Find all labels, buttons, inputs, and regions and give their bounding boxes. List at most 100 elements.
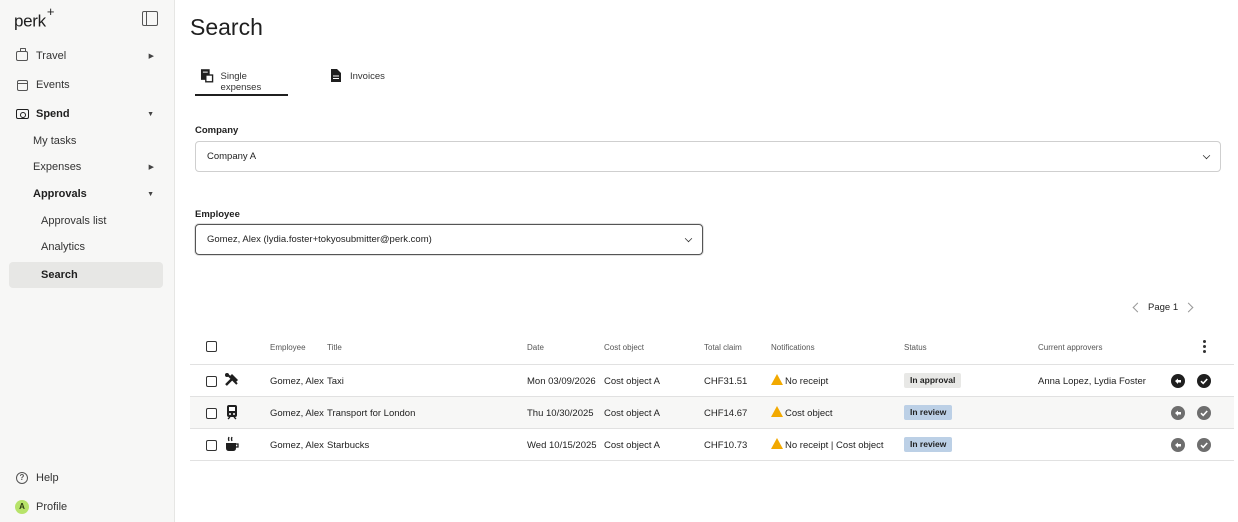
chevron-right-icon[interactable] xyxy=(1184,300,1196,314)
cell-total: CHF14.67 xyxy=(704,408,748,419)
sidebar-item-label: Search xyxy=(41,269,78,281)
send-back-icon[interactable] xyxy=(1171,406,1185,420)
sidebar-item-travel[interactable]: Travel ▶ xyxy=(9,43,163,69)
table-row[interactable]: Gomez, Alex Taxi Mon 03/09/2026 Cost obj… xyxy=(190,365,1234,397)
calendar-icon xyxy=(15,78,29,92)
tab-single-expenses[interactable]: Single expenses xyxy=(195,66,288,96)
status-badge: In approval xyxy=(904,373,962,388)
column-header[interactable]: Current approvers xyxy=(1038,343,1102,352)
cell-total: CHF10.73 xyxy=(704,440,748,451)
sidebar-item-approvals-list[interactable]: Approvals list xyxy=(9,208,163,234)
sidebar-item-label: Analytics xyxy=(41,241,86,253)
avatar: A xyxy=(15,500,29,514)
company-value: Company A xyxy=(207,151,257,162)
column-header[interactable]: Notifications xyxy=(771,343,815,352)
sidebar-item-label: Profile xyxy=(36,501,68,513)
perk-logo[interactable]: perk+ xyxy=(14,4,54,32)
more-options-icon[interactable] xyxy=(1203,340,1207,354)
select-all-checkbox[interactable] xyxy=(206,341,217,352)
sidebar-item-my-tasks[interactable]: My tasks xyxy=(9,128,163,154)
cell-date: Mon 03/09/2026 xyxy=(527,376,596,387)
briefcase-icon xyxy=(15,48,29,63)
sidebar-item-spend[interactable]: Spend ▼ xyxy=(9,101,163,127)
tab-label: Invoices xyxy=(350,71,385,82)
cell-notification: No receipt xyxy=(771,373,828,387)
send-back-icon[interactable] xyxy=(1171,374,1185,388)
train-icon xyxy=(227,405,237,420)
column-header[interactable]: Title xyxy=(327,343,342,352)
row-checkbox[interactable] xyxy=(206,440,217,451)
sidebar-item-label: Approvals list xyxy=(41,215,107,227)
table-row[interactable]: Gomez, Alex Transport for London Thu 10/… xyxy=(190,397,1234,429)
tab-invoices[interactable]: Invoices xyxy=(329,66,385,96)
cell-date: Thu 10/30/2025 xyxy=(527,408,594,419)
sidebar-item-label: Events xyxy=(36,79,70,91)
tools-icon xyxy=(225,373,238,386)
cell-notification: Cost object xyxy=(771,405,833,419)
cell-title: Starbucks xyxy=(327,440,370,451)
chevron-down-icon: ▼ xyxy=(147,110,154,118)
warning-icon xyxy=(771,406,783,417)
approve-icon[interactable] xyxy=(1197,438,1211,452)
warning-icon xyxy=(771,438,783,449)
coffee-icon xyxy=(226,436,239,451)
sidebar-item-analytics[interactable]: Analytics xyxy=(9,234,163,260)
chevron-right-icon: ▶ xyxy=(148,164,154,171)
help-icon: ? xyxy=(15,471,29,485)
column-header[interactable]: Employee xyxy=(270,343,306,352)
document-icon xyxy=(331,69,341,82)
sidebar-item-label: Travel xyxy=(36,50,67,62)
cell-notification: No receipt | Cost object xyxy=(771,437,884,451)
status-badge: In review xyxy=(904,437,953,452)
cell-total: CHF31.51 xyxy=(704,376,748,387)
cell-date: Wed 10/15/2025 xyxy=(527,440,597,451)
sidebar-item-profile[interactable]: A Profile xyxy=(9,494,163,520)
cell-cost-object: Cost object A xyxy=(604,440,660,451)
tab-label: Single expenses xyxy=(220,71,262,93)
send-back-icon[interactable] xyxy=(1171,438,1185,452)
cell-title: Transport for London xyxy=(327,408,416,419)
column-header[interactable]: Cost object xyxy=(604,343,644,352)
row-checkbox[interactable] xyxy=(206,408,217,419)
employee-select[interactable]: Gomez, Alex (lydia.foster+tokyosubmitter… xyxy=(195,224,703,255)
chevron-down-icon xyxy=(684,234,693,243)
approve-icon[interactable] xyxy=(1197,406,1211,420)
sidebar-item-label: Expenses xyxy=(33,161,82,173)
sidebar-item-expenses[interactable]: Expenses ▶ xyxy=(9,154,163,180)
money-icon xyxy=(15,107,29,121)
row-checkbox[interactable] xyxy=(206,376,217,387)
cell-employee: Gomez, Alex xyxy=(270,408,324,419)
cell-employee: Gomez, Alex xyxy=(270,376,324,387)
sidebar-item-search[interactable]: Search xyxy=(9,262,163,288)
page-title: Search xyxy=(190,14,263,40)
column-header[interactable]: Date xyxy=(527,343,544,352)
table-row[interactable]: Gomez, Alex Starbucks Wed 10/15/2025 Cos… xyxy=(190,429,1234,461)
sidebar-item-label: Help xyxy=(36,472,59,484)
sidebar-item-label: Spend xyxy=(36,108,70,120)
sidebar-item-label: Approvals xyxy=(33,188,87,200)
cell-title: Taxi xyxy=(327,376,344,387)
sidebar-item-label: My tasks xyxy=(33,135,77,147)
employee-value: Gomez, Alex (lydia.foster+tokyosubmitter… xyxy=(207,234,432,245)
pagination: Page 1 xyxy=(1130,300,1196,314)
column-header[interactable]: Total claim xyxy=(704,343,742,352)
chevron-left-icon[interactable] xyxy=(1130,300,1142,314)
expenses-table: Employee Title Date Cost object Total cl… xyxy=(190,330,1234,461)
receipt-icon xyxy=(200,69,214,83)
chevron-down-icon xyxy=(1202,151,1211,160)
cell-employee: Gomez, Alex xyxy=(270,440,324,451)
cell-approvers: Anna Lopez, Lydia Foster xyxy=(1038,376,1146,387)
cell-cost-object: Cost object A xyxy=(604,408,660,419)
main-content: Search Single expenses Invoices Company … xyxy=(175,0,1238,522)
cell-cost-object: Cost object A xyxy=(604,376,660,387)
status-badge: In review xyxy=(904,405,953,420)
collapse-sidebar-icon[interactable] xyxy=(142,11,158,26)
sidebar-item-events[interactable]: Events xyxy=(9,72,163,98)
company-select[interactable]: Company A xyxy=(195,141,1221,172)
warning-icon xyxy=(771,374,783,385)
sidebar-item-help[interactable]: ? Help xyxy=(9,465,163,491)
sidebar-item-approvals[interactable]: Approvals ▼ xyxy=(9,181,163,207)
employee-label: Employee xyxy=(195,209,240,220)
approve-icon[interactable] xyxy=(1197,374,1211,388)
column-header[interactable]: Status xyxy=(904,343,927,352)
